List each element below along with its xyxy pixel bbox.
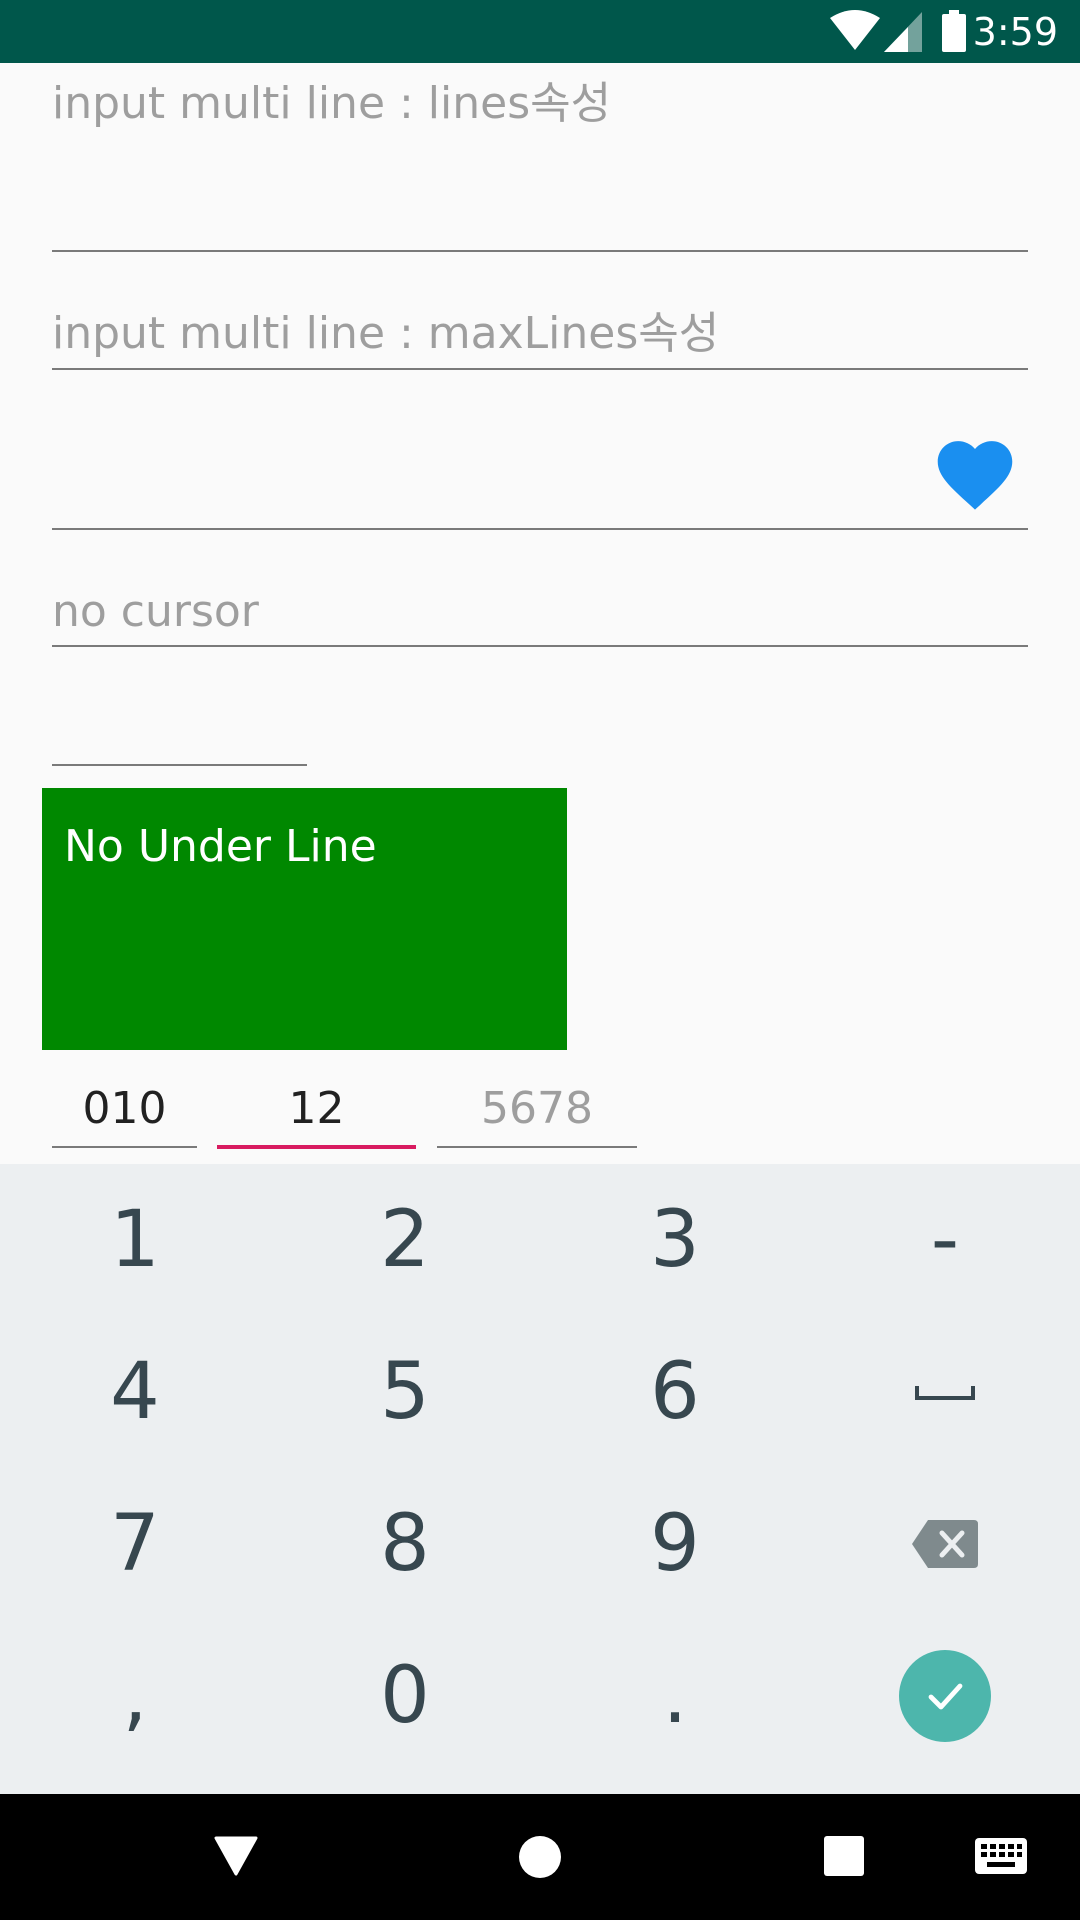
key-7[interactable]: 7 <box>0 1468 270 1620</box>
navigation-bar <box>0 1794 1080 1920</box>
key-comma[interactable]: , <box>0 1620 270 1772</box>
icon-input-underline <box>52 528 1028 530</box>
numeric-keyboard: 1 2 3 - 4 5 6 7 8 9 , 0 . <box>0 1164 1080 1794</box>
battery-icon <box>942 10 966 52</box>
key-6[interactable]: 6 <box>540 1316 810 1468</box>
key-dash[interactable]: - <box>810 1164 1080 1316</box>
key-0[interactable]: 0 <box>270 1620 540 1772</box>
wifi-icon <box>830 10 880 50</box>
done-button[interactable] <box>899 1650 991 1742</box>
key-2[interactable]: 2 <box>270 1164 540 1316</box>
recents-icon[interactable] <box>824 1836 864 1876</box>
no-cursor-hint: no cursor <box>52 586 259 637</box>
home-icon[interactable] <box>519 1836 561 1878</box>
no-underline-input[interactable]: No Under Line <box>42 788 567 1050</box>
back-icon[interactable] <box>214 1836 258 1876</box>
phone-part1-underline <box>52 1146 197 1148</box>
short-input-underline <box>52 764 307 766</box>
short-input[interactable] <box>52 700 307 762</box>
phone-part3-underline <box>437 1146 637 1148</box>
phone-part2-input[interactable]: 12 <box>217 1082 416 1146</box>
status-bar: 3:59 <box>0 0 1080 63</box>
phone-part1-input[interactable]: 010 <box>52 1082 197 1146</box>
key-5[interactable]: 5 <box>270 1316 540 1468</box>
key-1[interactable]: 1 <box>0 1164 270 1316</box>
phone-part2-text: 12 <box>288 1083 345 1134</box>
status-time: 3:59 <box>972 10 1058 54</box>
maxlines-input[interactable]: input multi line : maxLines속성 <box>52 300 1028 370</box>
space-icon <box>915 1386 975 1400</box>
key-period[interactable]: . <box>540 1620 810 1772</box>
maxlines-input-underline <box>52 368 1028 370</box>
no-underline-text: No Under Line <box>64 821 377 872</box>
key-9[interactable]: 9 <box>540 1468 810 1620</box>
phone-part1-text: 010 <box>82 1083 167 1134</box>
icon-input[interactable] <box>52 410 1028 528</box>
checkmark-icon <box>928 1683 963 1710</box>
key-4[interactable]: 4 <box>0 1316 270 1468</box>
lines-input-underline <box>52 250 1028 252</box>
lines-input-hint: input multi line : lines속성 <box>52 78 612 129</box>
lines-input[interactable]: input multi line : lines속성 <box>52 76 1028 254</box>
maxlines-input-hint: input multi line : maxLines속성 <box>52 308 720 359</box>
no-cursor-underline <box>52 645 1028 647</box>
key-3[interactable]: 3 <box>540 1164 810 1316</box>
key-space[interactable] <box>810 1316 1080 1468</box>
phone-part3-input[interactable]: 5678 <box>437 1082 637 1146</box>
phone-part3-hint: 5678 <box>481 1083 593 1134</box>
heart-icon <box>937 441 1013 510</box>
key-8[interactable]: 8 <box>270 1468 540 1620</box>
phone-part2-underline-focused <box>217 1145 416 1149</box>
signal-icon <box>884 12 922 52</box>
key-done[interactable] <box>810 1620 1080 1772</box>
keyboard-icon[interactable] <box>975 1838 1027 1874</box>
key-backspace[interactable] <box>810 1468 1080 1620</box>
no-cursor-input[interactable]: no cursor <box>52 580 1028 644</box>
backspace-icon <box>912 1520 978 1568</box>
